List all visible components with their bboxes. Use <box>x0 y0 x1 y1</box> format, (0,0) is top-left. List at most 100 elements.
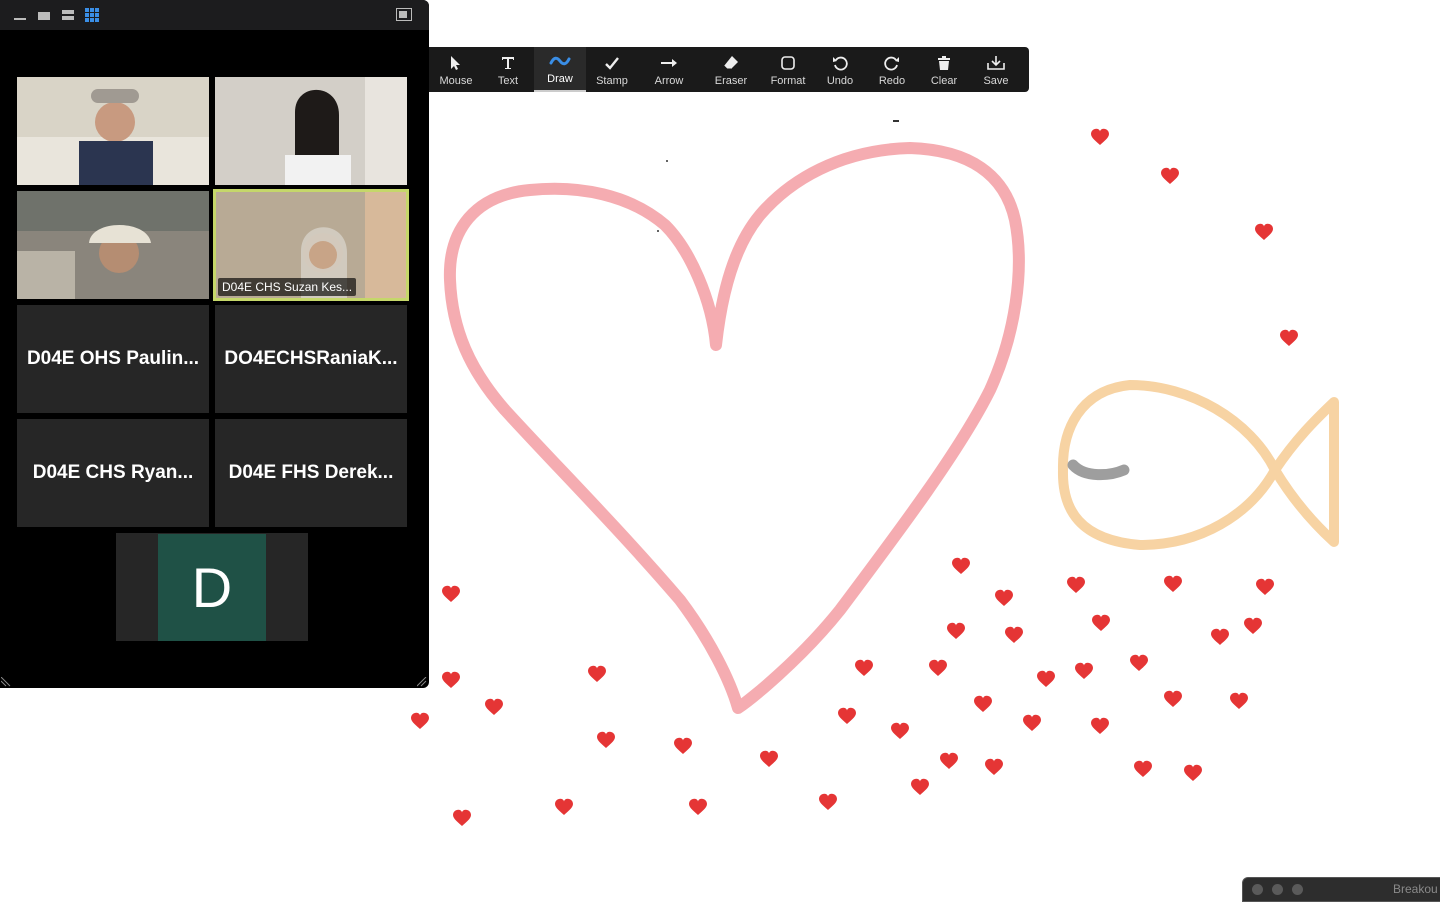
tool-undo[interactable]: Undo <box>814 47 866 92</box>
tool-label: Format <box>770 75 806 87</box>
heart-stamp <box>929 659 947 676</box>
strip-view-icon[interactable] <box>60 7 76 23</box>
heart-stamp <box>1067 576 1085 593</box>
heart-stamp <box>1092 614 1110 631</box>
heart-stamp <box>1211 628 1229 645</box>
save-tray-icon <box>987 56 1005 70</box>
heart-stamp <box>485 698 503 715</box>
breakout-rooms-bar[interactable]: Breakou <box>1242 877 1440 902</box>
resize-grip-icon[interactable] <box>417 677 427 687</box>
heart-stamp <box>1037 670 1055 687</box>
heart-stamp <box>442 671 460 688</box>
heart-stamp <box>974 695 992 712</box>
tool-draw[interactable]: Draw <box>534 47 586 92</box>
grid-view-icon[interactable] <box>84 7 100 23</box>
tool-eraser[interactable]: Eraser <box>700 47 762 92</box>
trash-icon <box>938 56 950 70</box>
heart-stamp <box>1130 654 1148 671</box>
close-window-icon[interactable] <box>1252 884 1263 895</box>
tool-save[interactable]: Save <box>970 47 1022 92</box>
heart-stamp <box>1075 662 1093 679</box>
tool-label: Text <box>497 75 519 87</box>
tool-label: Draw <box>547 73 573 85</box>
drawn-dash <box>893 120 899 122</box>
speaker-view-icon[interactable] <box>36 7 52 23</box>
redo-icon <box>884 56 899 71</box>
text-t-icon <box>502 57 514 69</box>
tool-text[interactable]: Text <box>482 47 534 92</box>
heart-stamp <box>995 589 1013 606</box>
tool-redo[interactable]: Redo <box>866 47 918 92</box>
heart-stamp <box>1161 167 1179 184</box>
arrow-right-icon <box>661 59 677 67</box>
tool-label: Clear <box>930 75 958 87</box>
heart-stamp <box>1256 578 1274 595</box>
tool-label: Mouse <box>439 75 473 87</box>
minimize-view-icon[interactable] <box>12 7 28 23</box>
heart-stamp <box>1244 617 1262 634</box>
heart-stamp <box>1134 760 1152 777</box>
tool-label: Arrow <box>654 75 684 87</box>
heart-stamp <box>1091 128 1109 145</box>
heart-stamp <box>911 778 929 795</box>
heart-stamp <box>1184 764 1202 781</box>
heart-stamp <box>855 659 873 676</box>
heart-stamp <box>453 809 471 826</box>
heart-stamps <box>411 128 1298 826</box>
breakout-rooms-label: Breakou <box>1393 882 1438 896</box>
participant-name-tile[interactable]: D04E CHS Ryan... <box>17 419 209 527</box>
drawn-dot <box>657 230 659 232</box>
tool-stamp[interactable]: Stamp <box>586 47 638 92</box>
undo-icon <box>833 56 848 71</box>
video-feed <box>17 77 209 185</box>
zoom-window-icon[interactable] <box>1292 884 1303 895</box>
heart-stamp <box>760 750 778 767</box>
heart-stamp <box>597 731 615 748</box>
resize-grip-icon[interactable] <box>1 677 11 687</box>
participant-video-tile[interactable] <box>17 191 209 299</box>
heart-stamp <box>411 712 429 729</box>
heart-stamp <box>674 737 692 754</box>
tool-label: Eraser <box>714 75 748 87</box>
rounded-square-icon <box>781 56 795 70</box>
annotation-toolbar: Mouse Text Draw Stamp Arrow Eraser Forma… <box>429 47 1029 92</box>
drawn-heart <box>443 142 1025 714</box>
participant-name-label: D04E CHS Suzan Kes... <box>218 278 357 296</box>
tool-mouse[interactable]: Mouse <box>430 47 482 92</box>
heart-stamp <box>689 798 707 815</box>
tool-label: Redo <box>878 75 906 87</box>
gallery-titlebar <box>0 0 429 30</box>
heart-stamp <box>1255 223 1273 240</box>
heart-stamp <box>985 758 1003 775</box>
heart-stamp <box>952 557 970 574</box>
heart-stamp <box>588 665 606 682</box>
heart-stamp <box>891 722 909 739</box>
participant-name-tile[interactable]: DO4ECHSRaniaK... <box>215 305 407 413</box>
tool-label: Stamp <box>596 75 628 87</box>
eraser-icon <box>723 56 738 70</box>
checkmark-icon <box>605 57 619 70</box>
video-feed <box>17 191 209 299</box>
participant-video-tile[interactable] <box>215 77 407 185</box>
avatar: D <box>158 534 266 641</box>
tool-label: Undo <box>826 75 854 87</box>
participant-video-tile-active-speaker[interactable]: D04E CHS Suzan Kes... <box>213 189 409 301</box>
heart-stamp <box>442 585 460 602</box>
drawn-fish-eye <box>1067 459 1130 481</box>
drawn-dot <box>666 160 668 162</box>
heart-stamp <box>1164 575 1182 592</box>
tool-clear[interactable]: Clear <box>918 47 970 92</box>
participant-name-tile[interactable]: D04E FHS Derek... <box>215 419 407 527</box>
heart-stamp <box>947 622 965 639</box>
gallery-window: D04E CHS Suzan Kes... D04E OHS Paulin...… <box>0 0 429 688</box>
participant-video-tile[interactable] <box>17 77 209 185</box>
participant-name-tile[interactable]: D04E OHS Paulin... <box>17 305 209 413</box>
tool-format[interactable]: Format <box>762 47 814 92</box>
tool-arrow[interactable]: Arrow <box>638 47 700 92</box>
heart-stamp <box>1230 692 1248 709</box>
exit-fullscreen-icon[interactable] <box>396 7 412 23</box>
tool-label: Save <box>983 75 1009 87</box>
squiggle-icon <box>549 56 571 66</box>
heart-stamp <box>1023 714 1041 731</box>
minimize-window-icon[interactable] <box>1272 884 1283 895</box>
